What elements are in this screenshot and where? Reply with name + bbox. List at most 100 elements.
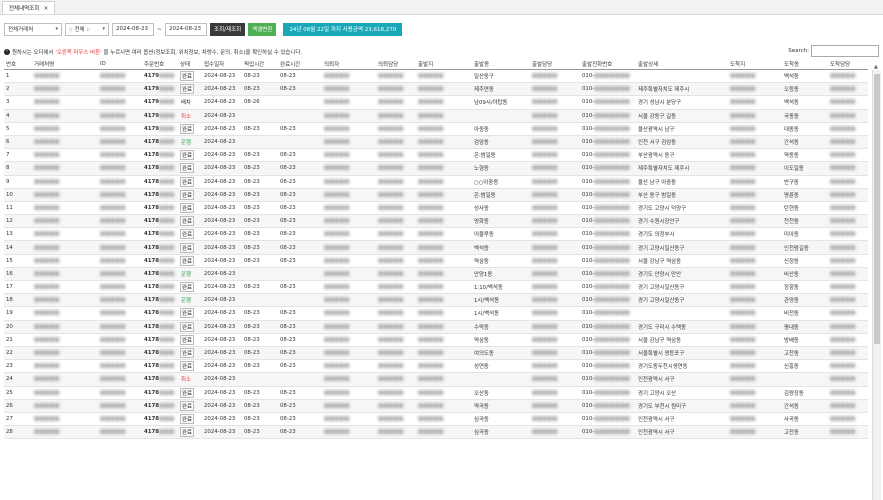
table-cell: 2024-08-23 xyxy=(202,386,242,400)
vertical-scrollbar[interactable]: ▲ xyxy=(872,64,881,500)
date-to-input[interactable]: 2024-08-23 xyxy=(165,22,208,36)
table-row[interactable]: 27 ■■■■■ ■■■■■ 4178■■■ 완료 2024-08-23 08-23 08-2… xyxy=(4,412,868,427)
redacted-text: ■■■■■■■ xyxy=(594,204,630,211)
table-row[interactable]: 12 ■■■■■ ■■■■■ 4178■■■ 완료 2024-08-23 08-23 08-2… xyxy=(4,214,868,229)
table-row[interactable]: 18 ■■■■■ ■■■■■ 4178■■■ 운행 2024-08-23 ■■■■■ ■■■■… xyxy=(4,293,868,308)
table-row[interactable]: 19 ■■■■■ ■■■■■ 4178■■■ 완료 2024-08-23 08-23 08-2… xyxy=(4,306,868,321)
close-icon[interactable]: × xyxy=(43,5,48,12)
table-cell: ■■■■■ xyxy=(376,122,416,136)
column-header[interactable]: 픽업시간 xyxy=(242,58,278,70)
redacted-text: ■■■■■ xyxy=(100,139,126,146)
table-row[interactable]: 7 ■■■■■ ■■■■■ 4178■■■ 완료 2024-08-23 08-23 08-23… xyxy=(4,148,868,163)
table-row[interactable]: 22 ■■■■■ ■■■■■ 4178■■■ 완료 2024-08-23 08-23 08-2… xyxy=(4,346,868,361)
table-cell: ■■■■■ xyxy=(98,346,142,361)
redacted-text: ■■■■■ xyxy=(418,297,444,304)
date-from-input[interactable]: 2024-08-23 xyxy=(112,22,154,36)
cell-no: 2 xyxy=(6,86,10,93)
table-cell: ■■■■■ xyxy=(32,267,98,282)
cell-no: 22 xyxy=(6,350,13,357)
table-row[interactable]: 14 ■■■■■ ■■■■■ 4178■■■ 완료 2024-08-23 08-23 08-2… xyxy=(4,240,868,255)
column-header[interactable]: 상태 xyxy=(178,58,202,70)
table-cell xyxy=(278,95,322,110)
table-cell: 완료 xyxy=(178,386,202,400)
redacted-text: ■■■■■ xyxy=(830,429,856,436)
redacted-text: ■■■■■ xyxy=(324,270,350,277)
table-cell: ■■■■■ xyxy=(828,122,868,136)
table-cell: ■■■■■ xyxy=(322,122,376,136)
column-header[interactable]: 완료시간 xyxy=(278,58,322,70)
column-header[interactable]: 주문번호 xyxy=(142,58,178,70)
search-button[interactable]: 조회/재조회 xyxy=(210,22,246,36)
table-row[interactable]: 3 ■■■■■ ■■■■■ 4179■■■ 배차 2024-08-23 08-26 ■■■■■… xyxy=(4,95,868,110)
table-row[interactable]: 20 ■■■■■ ■■■■■ 4178■■■ 완료 2024-08-23 08-23 08-2… xyxy=(4,320,868,334)
column-header[interactable]: 도착담당 xyxy=(828,58,868,70)
column-header[interactable]: 출발지 xyxy=(416,58,472,70)
redacted-text: ■■■■■ xyxy=(532,112,558,119)
column-header[interactable]: 의뢰자 xyxy=(322,58,376,70)
table-cell: 울산 남구 아중동 xyxy=(636,175,728,189)
table-row[interactable]: 2 ■■■■■ ■■■■■ 4179■■■ 완료 2024-08-23 08-23 08-23… xyxy=(4,82,868,97)
table-cell: 신정동 xyxy=(782,254,828,268)
column-header[interactable]: ID xyxy=(98,58,142,70)
search-input[interactable] xyxy=(811,45,879,57)
column-header[interactable]: 의뢰담당 xyxy=(376,58,416,70)
redacted-text: ■■■■■ xyxy=(418,99,444,106)
table-cell: ■■■■■ xyxy=(530,161,580,176)
table-row[interactable]: 25 ■■■■■ ■■■■■ 4178■■■ 완료 2024-08-23 08-23 08-2… xyxy=(4,386,868,400)
table-row[interactable]: 4 ■■■■■ ■■■■■ 4179■■■ 취소 2024-08-23 ■■■■■ ■■■■■… xyxy=(4,109,868,123)
scroll-up-icon[interactable]: ▲ xyxy=(874,64,878,70)
cell-pickup: 08-23 xyxy=(244,178,260,185)
redacted-text: ■■■■■ xyxy=(532,204,558,211)
table-row[interactable]: 15 ■■■■■ ■■■■■ 4178■■■ 완료 2024-08-23 08-23 08-2… xyxy=(4,254,868,268)
column-header[interactable]: 출발전화번호 xyxy=(580,58,636,70)
cell-order: 4178 xyxy=(144,204,160,211)
table-row[interactable]: 1 ■■■■■ ■■■■■ 4179■■■ 완료 2024-08-23 08-23 08-23… xyxy=(4,69,868,84)
table-row[interactable]: 24 ■■■■■ ■■■■■ 4178■■■ 취소 2024-08-23 ■■■■■ ■■■■… xyxy=(4,372,868,387)
redacted-text: ■■■■■ xyxy=(100,297,126,304)
table-row[interactable]: 8 ■■■■■ ■■■■■ 4178■■■ 완료 2024-08-23 08-23 08-23… xyxy=(4,161,868,176)
column-header[interactable]: 도착동 xyxy=(782,58,828,70)
cell-to_dong: 명륜동 xyxy=(784,192,799,199)
column-header[interactable]: 출발담당 xyxy=(530,58,580,70)
redacted-text: ■■■■■ xyxy=(532,350,558,357)
table-cell: 08-23 xyxy=(278,399,322,413)
cell-order: 4179 xyxy=(144,73,160,80)
column-header[interactable]: 출발동 xyxy=(472,58,530,70)
table-row[interactable]: 17 ■■■■■ ■■■■■ 4178■■■ 완료 2024-08-23 08-23 08-2… xyxy=(4,280,868,295)
table-row[interactable]: 16 ■■■■■ ■■■■■ 4178■■■ 운행 2024-08-23 ■■■■■ ■■■■… xyxy=(4,267,868,282)
table-cell: ■■■■■ xyxy=(98,188,142,202)
redacted-text: ■■■■■ xyxy=(324,191,350,198)
table-row[interactable]: 26 ■■■■■ ■■■■■ 4178■■■ 완료 2024-08-23 08-23 08-2… xyxy=(4,399,868,413)
scrollbar-thumb[interactable] xyxy=(874,74,880,344)
column-header[interactable]: 접수일자 xyxy=(202,58,242,70)
column-header[interactable]: 거래처명 xyxy=(32,58,98,70)
status-select[interactable]: :: 전체 :: ▾ xyxy=(65,22,109,36)
redacted-text: ■■■■■ xyxy=(418,204,444,211)
table-cell: 4 xyxy=(4,109,32,123)
table-row[interactable]: 9 ■■■■■ ■■■■■ 4178■■■ 완료 2024-08-23 08-23 08-23… xyxy=(4,175,868,189)
table-row[interactable]: 10 ■■■■■ ■■■■■ 4178■■■ 완료 2024-08-23 08-23 08-2… xyxy=(4,188,868,202)
tab-full-history[interactable]: 전체내역조회 × xyxy=(2,1,56,14)
redacted-text: ■■■ xyxy=(159,363,175,370)
column-header[interactable]: 도착지 xyxy=(728,58,782,70)
table-row[interactable]: 23 ■■■■■ ■■■■■ 4178■■■ 완료 2024-08-23 08-23 08-2… xyxy=(4,359,868,374)
table-row[interactable]: 21 ■■■■■ ■■■■■ 4178■■■ 완료 2024-08-23 08-23 08-2… xyxy=(4,333,868,347)
column-header[interactable]: 출발상세 xyxy=(636,58,728,70)
table-cell: 19 xyxy=(4,306,32,321)
client-select[interactable]: 전체거래처 ▾ xyxy=(4,22,62,36)
redacted-text: ■■■■■ xyxy=(378,284,404,291)
table-row[interactable]: 28 ■■■■■ ■■■■■ 4178■■■ 완료 2024-08-23 08-23 08-2… xyxy=(4,425,868,440)
table-row[interactable]: 13 ■■■■■ ■■■■■ 4178■■■ 완료 2024-08-23 08-23 08-2… xyxy=(4,227,868,242)
table-row[interactable]: 6 ■■■■■ ■■■■■ 4178■■■ 운행 2024-08-23 ■■■■■ ■■■■■… xyxy=(4,135,868,150)
table-cell: ■■■■■ xyxy=(416,214,472,229)
table-cell: 08-23 xyxy=(278,306,322,321)
table-cell: ■■■■■ xyxy=(728,175,782,189)
table-cell: 010-■■■■■■■ xyxy=(580,267,636,282)
excel-export-button[interactable]: 엑셀변환 xyxy=(248,22,277,36)
redacted-text: ■■■■■ xyxy=(100,350,126,357)
column-header[interactable]: 번호 xyxy=(4,58,32,70)
table-row[interactable]: 5 ■■■■■ ■■■■■ 4179■■■ 완료 2024-08-23 08-23 08-23… xyxy=(4,122,868,136)
redacted-text: ■■■■■ xyxy=(730,350,756,357)
table-cell: ■■■■■ xyxy=(322,412,376,427)
table-row[interactable]: 11 ■■■■■ ■■■■■ 4178■■■ 완료 2024-08-23 08-23 08-2… xyxy=(4,201,868,216)
